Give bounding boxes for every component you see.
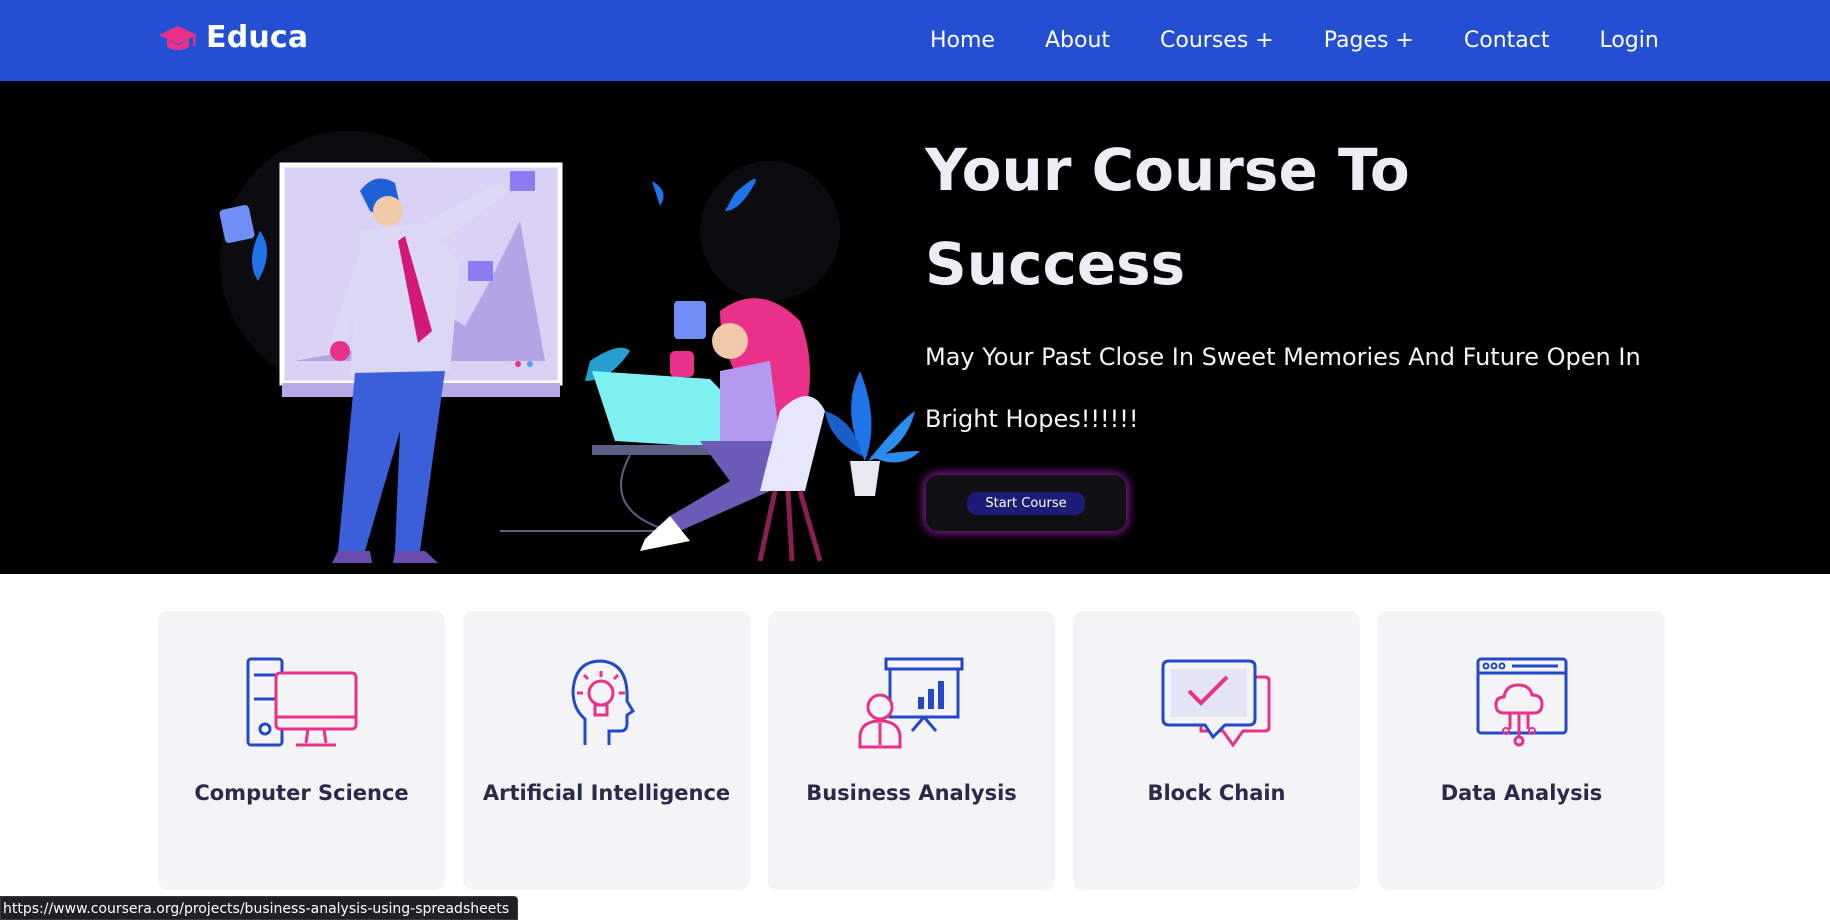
- hero-subtitle-line2: Bright Hopes!!!!!!: [925, 405, 1139, 433]
- course-card-artificial-intelligence[interactable]: Artificial Intelligence: [463, 611, 750, 890]
- course-cards: Computer Science Artificial Intelligence: [158, 611, 1665, 890]
- cloud-network-icon: [1476, 657, 1568, 747]
- presentation-chart-icon: [858, 657, 964, 749]
- graduation-cap-icon: [159, 25, 197, 50]
- hero-subtitle: May Your Past Close In Sweet Memories An…: [925, 326, 1725, 450]
- nav-pages[interactable]: Pages +: [1324, 28, 1414, 53]
- course-title: Block Chain: [1147, 781, 1286, 805]
- nav-about[interactable]: About: [1045, 28, 1110, 53]
- course-card-block-chain[interactable]: Block Chain: [1073, 611, 1360, 890]
- course-card-data-analysis[interactable]: Data Analysis: [1378, 611, 1665, 890]
- course-title: Computer Science: [194, 781, 409, 805]
- course-title: Data Analysis: [1440, 781, 1603, 805]
- hero-section: Your Course To Success May Your Past Clo…: [0, 81, 1830, 574]
- start-course-button[interactable]: Start Course: [967, 491, 1085, 515]
- nav-contact[interactable]: Contact: [1464, 28, 1550, 53]
- main-nav: Home About Courses + Pages + Contact Log…: [930, 0, 1659, 81]
- hero-subtitle-line1: May Your Past Close In Sweet Memories An…: [925, 343, 1641, 371]
- nav-courses[interactable]: Courses +: [1160, 28, 1274, 53]
- hero-title-line2: Success: [925, 230, 1186, 298]
- link-status-bar: https://www.coursera.org/projects/busine…: [0, 896, 519, 920]
- nav-login[interactable]: Login: [1599, 28, 1658, 53]
- nav-home[interactable]: Home: [930, 28, 995, 53]
- hero-title-line1: Your Course To: [925, 136, 1410, 204]
- hero-title: Your Course To Success: [925, 123, 1745, 311]
- hero-illustration: [219, 131, 920, 563]
- start-course-button-frame[interactable]: Start Course: [926, 475, 1126, 531]
- brand-logo[interactable]: Educa: [158, 20, 308, 55]
- course-card-business-analysis[interactable]: Business Analysis: [768, 611, 1055, 890]
- brand-name: Educa: [206, 20, 309, 55]
- computer-icon: [246, 657, 358, 747]
- course-title: Artificial Intelligence: [482, 781, 731, 805]
- brain-bulb-icon: [571, 659, 636, 745]
- course-title: Business Analysis: [806, 781, 1017, 805]
- top-navbar: Educa Home About Courses + Pages + Conta…: [0, 0, 1830, 81]
- chat-check-icon: [1161, 659, 1271, 748]
- course-card-computer-science[interactable]: Computer Science: [158, 611, 445, 890]
